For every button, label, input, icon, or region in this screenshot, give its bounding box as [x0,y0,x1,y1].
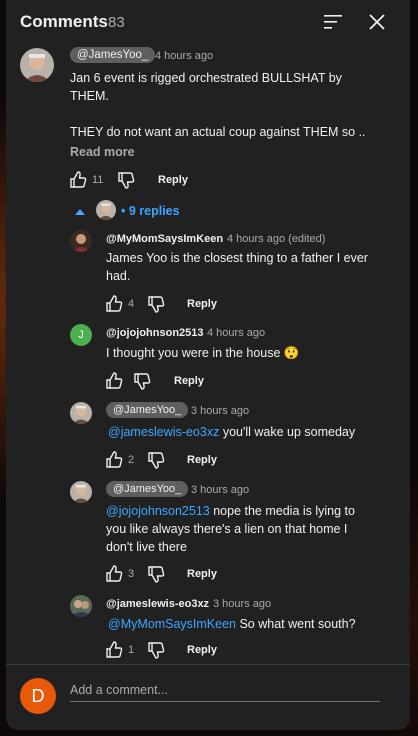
comments-header: Comments 83 [6,0,410,44]
reply-comment: J @jojojohnson2513 4 hours ago I thought… [6,320,410,392]
reply-comment: @JamesYoo_ 3 hours ago @jameslewis-eo3xz… [6,398,410,474]
reply-time: 3 hours ago [213,598,272,610]
reply-time: 3 hours ago [191,405,250,417]
avatar[interactable] [70,481,92,503]
avatar[interactable] [70,230,92,252]
avatar-letter: J [78,329,84,341]
sort-icon[interactable] [322,12,344,32]
replies-count-label: • 9 replies [121,204,180,218]
mention-link[interactable]: @MyMomSaysImKeen [108,617,236,631]
reply-text-body: you'll wake up someday [219,425,356,439]
reply-comment: @MyMomSaysImKeen 4 hours ago (edited) Ja… [6,226,410,316]
reply-time: 4 hours ago (edited) [227,233,326,245]
like-icon[interactable] [104,564,124,584]
reply-author[interactable]: @MyMomSaysImKeen [106,233,223,245]
reply-time: 3 hours ago [191,484,250,496]
add-comment-input[interactable] [70,680,380,700]
like-icon[interactable] [104,640,124,660]
author-chip[interactable]: @JamesYoo_ [106,481,189,497]
composer-divider [6,664,410,665]
reply-comment: @JamesYoo_ 3 hours ago @jojojohnson2513 … [6,477,410,585]
reply-text: @jojojohnson2513 nope the media is lying… [106,502,376,556]
comment-time: 4 hours ago [155,50,214,62]
like-count: 11 [92,174,104,186]
avatar[interactable] [70,595,92,617]
close-icon[interactable] [366,11,388,33]
like-icon[interactable] [104,294,124,314]
mention-link[interactable]: @jameslewis-eo3xz [108,425,219,439]
dislike-icon[interactable] [146,294,166,314]
comments-panel: Comments 83 @JamesYoo_ 4 hours ago Jan 6… [6,0,410,730]
avatar[interactable] [20,48,54,82]
like-count: 4 [128,298,135,310]
reply-author[interactable]: @jameslewis-eo3xz [106,598,209,610]
dislike-icon[interactable] [116,170,136,190]
read-more-link[interactable]: Read more [70,145,135,159]
reply-text: James Yoo is the closest thing to a fath… [106,251,368,283]
like-icon[interactable] [104,371,124,391]
reply-comment: @jameslewis-eo3xz 3 hours ago @MyMomSays… [6,591,410,661]
reply-text: @MyMomSaysImKeen So what went south? [108,615,388,633]
mention-link[interactable]: @jojojohnson2513 [106,504,210,518]
reply-text: I thought you were in the house 😲 [106,346,300,360]
reply-button[interactable]: Reply [187,644,217,656]
chevron-up-icon [75,209,85,215]
replies-toggle[interactable]: • 9 replies [74,198,194,224]
comment-text-continued: THEY do not want an actual coup against … [70,125,366,139]
reply-text-body: So what went south? [236,617,356,631]
reply-button[interactable]: Reply [187,454,217,466]
reply-button[interactable]: Reply [187,568,217,580]
reply-time: 4 hours ago [207,327,266,339]
reply-text: @jameslewis-eo3xz you'll wake up someday [108,423,388,441]
dislike-icon[interactable] [146,450,166,470]
avatar[interactable]: J [70,324,92,346]
composer-avatar: D [20,678,56,714]
reply-button[interactable]: Reply [174,375,204,387]
reply-button[interactable]: Reply [187,298,217,310]
like-icon[interactable] [68,170,88,190]
author-chip[interactable]: @JamesYoo_ [70,47,156,63]
dislike-icon[interactable] [146,564,166,584]
reply-author[interactable]: @jojojohnson2513 [106,327,204,339]
replies-avatar [96,200,116,220]
comments-title: Comments [20,12,108,31]
reply-button[interactable]: Reply [158,174,188,186]
like-count: 1 [128,644,135,656]
like-count: 2 [128,454,135,466]
author-chip[interactable]: @JamesYoo_ [106,402,189,418]
dislike-icon[interactable] [132,371,152,391]
like-icon[interactable] [104,450,124,470]
dislike-icon[interactable] [146,640,166,660]
input-underline [70,701,380,702]
avatar[interactable] [70,402,92,424]
comments-count: 83 [108,14,125,31]
comment-text: Jan 6 event is rigged orchestrated BULLS… [70,71,342,103]
like-count: 3 [128,568,135,580]
top-comment: @JamesYoo_ 4 hours ago Jan 6 event is ri… [6,44,410,194]
